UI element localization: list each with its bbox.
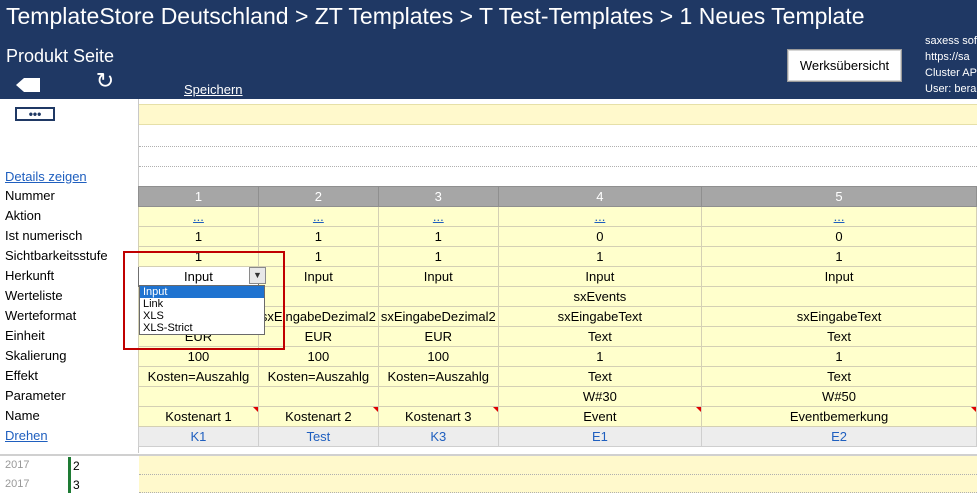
table-cell[interactable]: Text xyxy=(497,326,703,347)
page-subtitle: Produkt Seite xyxy=(6,46,115,66)
action-link[interactable]: ... xyxy=(701,206,977,227)
row-label-einheit: Einheit xyxy=(5,328,45,343)
table-cell[interactable]: 1 xyxy=(701,346,977,367)
row-label-aktion: Aktion xyxy=(5,208,42,223)
row-label-name: Name xyxy=(5,408,40,423)
row-label-herkunft: Herkunft xyxy=(5,268,55,283)
table-cell[interactable]: 1 xyxy=(497,246,703,267)
table-cell[interactable]: Kosten=Auszahlg xyxy=(138,366,259,387)
row-label-ist-numerisch: Ist numerisch xyxy=(5,228,83,243)
breadcrumb: TemplateStore Deutschland > ZT Templates… xyxy=(6,3,865,29)
row-label-parameter: Parameter xyxy=(5,388,66,403)
row-label-sichtbarkeitsstufe: Sichtbarkeitsstufe xyxy=(5,248,108,263)
table-cell[interactable]: Kosten=Auszahlg xyxy=(257,366,379,387)
action-link[interactable]: ... xyxy=(497,206,703,227)
data-row-strip[interactable] xyxy=(139,456,977,475)
table-cell[interactable] xyxy=(701,286,977,307)
more-options-button[interactable]: ••• xyxy=(15,107,55,121)
row-number: 2 xyxy=(73,459,80,473)
name-cell[interactable]: Kostenart 3 xyxy=(377,406,499,427)
row-number: 3 xyxy=(73,478,80,492)
table-cell[interactable]: 1 xyxy=(138,226,259,247)
table-cell[interactable]: Text xyxy=(701,326,977,347)
dotted-separator xyxy=(139,146,977,147)
table-row-nummer: 1 2 3 4 5 xyxy=(138,186,977,207)
name-cell[interactable]: Kostenart 1 xyxy=(138,406,259,427)
info-user: User: bera xyxy=(925,83,977,95)
column-header: 2 xyxy=(257,186,379,207)
table-cell[interactable]: 1 xyxy=(257,226,379,247)
details-show-link[interactable]: Details zeigen xyxy=(5,169,87,184)
table-cell[interactable]: 0 xyxy=(701,226,977,247)
header-input-strip[interactable] xyxy=(139,104,977,125)
action-link[interactable]: ... xyxy=(377,206,499,227)
table-cell[interactable]: 1 xyxy=(497,346,703,367)
table-cell[interactable]: 1 xyxy=(701,246,977,267)
row-group-marker xyxy=(68,457,71,493)
header-bar: TemplateStore Deutschland > ZT Templates… xyxy=(0,0,977,99)
info-url: https://sa xyxy=(925,51,970,63)
table-cell[interactable]: EUR xyxy=(377,326,499,347)
data-row-strip[interactable] xyxy=(139,475,977,493)
row-label-werteformat: Werteformat xyxy=(5,308,77,323)
table-cell[interactable] xyxy=(138,386,259,407)
name-cell[interactable]: Eventbemerkung xyxy=(701,406,977,427)
column-key-cell[interactable]: K1 xyxy=(138,426,259,447)
column-key-cell[interactable]: K3 xyxy=(377,426,499,447)
save-link[interactable]: Speichern xyxy=(184,82,243,97)
table-row-name: Kostenart 1 Kostenart 2 Kostenart 3 Even… xyxy=(138,406,977,427)
table-cell[interactable] xyxy=(377,386,499,407)
column-header: 4 xyxy=(497,186,703,207)
table-cell[interactable]: Text xyxy=(497,366,703,387)
action-link[interactable]: ... xyxy=(257,206,379,227)
werksuebersicht-button[interactable]: Werksübersicht xyxy=(787,49,902,82)
table-row-aktion: ... ... ... ... ... xyxy=(138,206,977,227)
table-cell[interactable]: Input xyxy=(497,266,703,287)
column-key-cell[interactable]: E2 xyxy=(701,426,977,447)
row-label-werteliste: Werteliste xyxy=(5,288,63,303)
table-row-parameter: W#30 W#50 xyxy=(138,386,977,407)
table-cell[interactable]: 0 xyxy=(497,226,703,247)
table-cell[interactable]: sxEvents xyxy=(497,286,703,307)
column-key-cell[interactable]: E1 xyxy=(497,426,703,447)
column-header: 5 xyxy=(701,186,977,207)
action-link[interactable]: ... xyxy=(138,206,259,227)
info-cluster: Cluster AP xyxy=(925,67,977,79)
table-cell[interactable] xyxy=(377,286,499,307)
column-key-cell[interactable]: Test xyxy=(257,426,379,447)
table-cell[interactable]: Input xyxy=(701,266,977,287)
table-row-ist-numerisch: 1 1 1 0 0 xyxy=(138,226,977,247)
rotate-link[interactable]: Drehen xyxy=(5,426,48,446)
table-cell[interactable] xyxy=(257,386,379,407)
table-cell[interactable]: sxEingabeText xyxy=(701,306,977,327)
column-header: 3 xyxy=(377,186,499,207)
table-cell[interactable]: sxEingabeDezimal2 xyxy=(377,306,499,327)
table-cell[interactable]: W#50 xyxy=(701,386,977,407)
table-cell[interactable]: 1 xyxy=(377,226,499,247)
refresh-icon[interactable]: ↻ xyxy=(94,70,116,92)
highlight-box xyxy=(123,251,285,350)
table-row-effekt: Kosten=Auszahlg Kosten=Auszahlg Kosten=A… xyxy=(138,366,977,387)
dotted-separator xyxy=(139,166,977,167)
table-cell[interactable]: Input xyxy=(377,266,499,287)
table-cell[interactable]: W#30 xyxy=(497,386,703,407)
name-cell[interactable]: Kostenart 2 xyxy=(257,406,379,427)
table-cell[interactable]: Text xyxy=(701,366,977,387)
column-header: 1 xyxy=(138,186,259,207)
row-label-skalierung: Skalierung xyxy=(5,348,67,363)
row-label-effekt: Effekt xyxy=(5,368,39,383)
row-year: 2017 xyxy=(5,459,30,471)
table-cell[interactable]: 1 xyxy=(377,246,499,267)
table-cell[interactable]: sxEingabeText xyxy=(497,306,703,327)
info-company: saxess sof xyxy=(925,35,977,47)
row-label-nummer: Nummer xyxy=(5,188,55,203)
table-row-drehen: K1 Test K3 E1 E2 xyxy=(138,426,977,447)
back-arrow-icon[interactable] xyxy=(16,78,40,92)
row-year: 2017 xyxy=(5,478,30,490)
table-cell[interactable]: 100 xyxy=(377,346,499,367)
table-cell[interactable]: Kosten=Auszahlg xyxy=(377,366,499,387)
name-cell[interactable]: Event xyxy=(497,406,703,427)
